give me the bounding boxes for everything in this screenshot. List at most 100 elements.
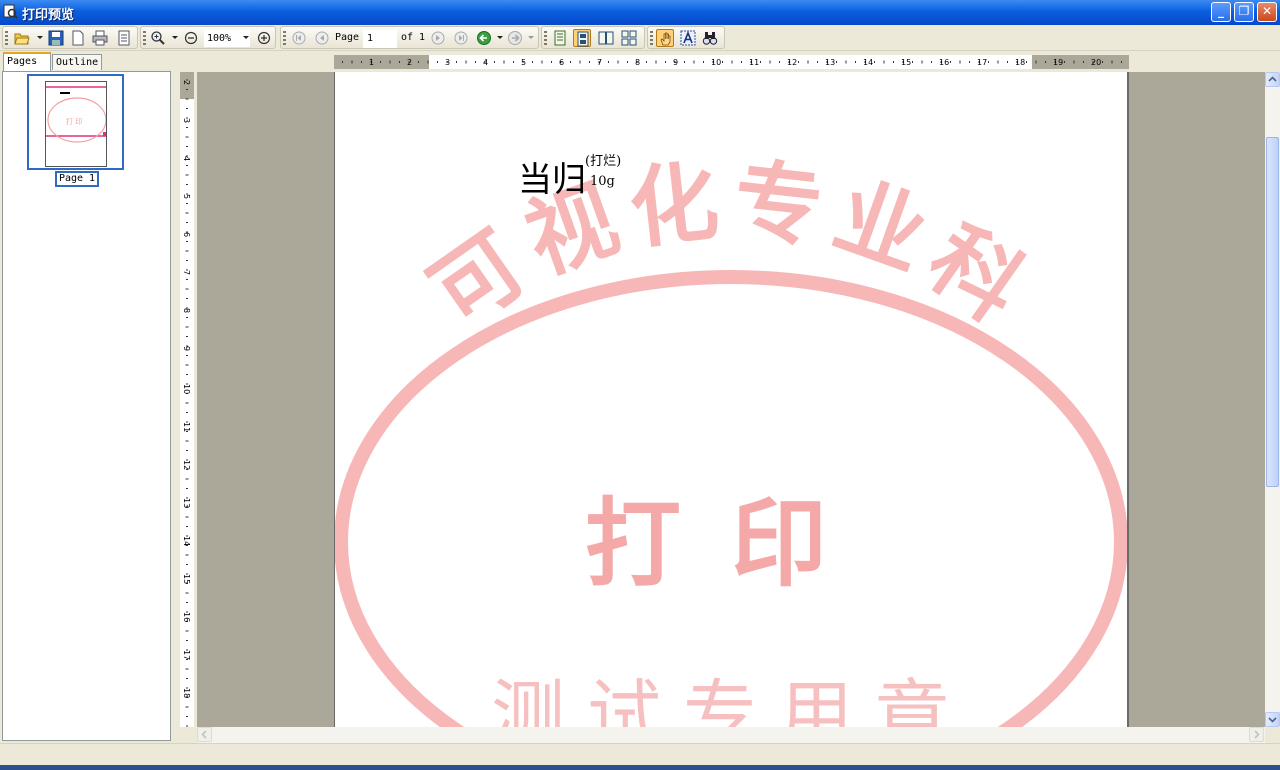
window-title: 打印预览 xyxy=(22,8,75,23)
page-number-input[interactable]: 1 xyxy=(363,30,397,48)
print-preview-app-icon xyxy=(3,4,18,19)
vertical-scroll-thumb[interactable] xyxy=(1266,137,1279,487)
horizontal-scrollbar[interactable] xyxy=(197,727,1265,743)
chevron-right-icon xyxy=(1254,730,1260,739)
toolbar-grip[interactable] xyxy=(143,31,146,45)
hand-tool-button[interactable] xyxy=(656,29,674,47)
page-thumbnail-label: Page 1 xyxy=(55,171,99,187)
tab-outline[interactable]: Outline xyxy=(52,54,102,70)
vertical-ruler-graphic: 2 3 4 5 6 7 8 9 10 11 12 13 14 15 16 17 18 19 xyxy=(180,72,194,727)
single-page-icon xyxy=(554,30,566,46)
open-dropdown-arrow[interactable] xyxy=(37,36,43,39)
ruler-label: 14 xyxy=(182,536,191,546)
next-page-icon xyxy=(431,31,445,45)
forward-dropdown-arrow[interactable] xyxy=(528,36,534,39)
ruler-label: 1 xyxy=(369,58,374,67)
zoom-toolbar-group: 100% xyxy=(140,26,276,49)
zoom-out-button[interactable] xyxy=(182,29,200,47)
fit-page-view-button[interactable] xyxy=(573,29,591,47)
page-setup-button[interactable] xyxy=(115,29,133,47)
ruler-label: 8 xyxy=(635,58,640,67)
text-select-button[interactable] xyxy=(679,29,697,47)
back-button[interactable] xyxy=(475,29,493,47)
navigation-toolbar-group: Page 1 of 1 xyxy=(280,26,539,49)
first-page-button[interactable] xyxy=(290,29,308,47)
prev-page-icon xyxy=(315,31,329,45)
zoom-plus-icon xyxy=(257,31,271,45)
close-button[interactable]: ✕ xyxy=(1257,2,1277,22)
zoom-level-dropdown-arrow[interactable] xyxy=(243,36,249,39)
pages-panel: 打 印 Page 1 xyxy=(2,71,171,741)
maximize-button[interactable]: ❐ xyxy=(1234,2,1254,22)
save-icon xyxy=(48,30,64,46)
two-pages-icon xyxy=(598,31,614,45)
tab-pages[interactable]: Pages xyxy=(3,52,51,71)
ruler-label: 3 xyxy=(182,118,191,123)
open-icon xyxy=(14,33,30,45)
back-dropdown-arrow[interactable] xyxy=(497,36,503,39)
file-toolbar-group xyxy=(2,26,138,49)
chevron-down-icon xyxy=(1268,717,1277,723)
zoom-in-button[interactable] xyxy=(255,29,273,47)
ruler-label: 6 xyxy=(559,58,564,67)
zoom-tool-dropdown-arrow[interactable] xyxy=(172,36,178,39)
hand-tool-icon xyxy=(660,32,671,46)
scroll-left-button[interactable] xyxy=(197,727,212,742)
toolbar: 100% Page 1 of 1 xyxy=(0,25,1280,51)
scroll-down-button[interactable] xyxy=(1265,712,1280,727)
scroll-up-button[interactable] xyxy=(1265,72,1280,87)
fit-page-icon xyxy=(577,31,589,47)
page-thumbnail-image: 打 印 xyxy=(45,81,107,167)
zoom-tool-button[interactable] xyxy=(149,29,167,47)
ruler-label: 18 xyxy=(1015,58,1025,67)
print-button[interactable] xyxy=(91,29,109,47)
preview-workspace[interactable]: 可视化专业科 打印 测试专用章 当归 (打烂) 10g xyxy=(197,72,1265,727)
stamp-bottom-text: 测试专用章 xyxy=(491,672,971,727)
ruler-label: 17 xyxy=(977,58,987,67)
page-count-label: of 1 xyxy=(401,32,426,43)
first-page-icon xyxy=(292,31,306,45)
toolbar-grip[interactable] xyxy=(5,31,8,45)
vertical-ruler: 2 3 4 5 6 7 8 9 10 11 12 13 14 15 16 17 18 19 xyxy=(180,72,194,727)
previous-page-button[interactable] xyxy=(313,29,331,47)
ruler-label: 15 xyxy=(901,58,911,67)
zoom-out-icon xyxy=(184,31,198,45)
save-button[interactable] xyxy=(47,29,65,47)
open-button[interactable] xyxy=(13,29,31,47)
ruler-label: 12 xyxy=(787,58,797,67)
horizontal-ruler: 12345678910111213141516171819202 xyxy=(334,55,1129,69)
minimize-button[interactable]: _ xyxy=(1211,2,1231,22)
ruler-label: 16 xyxy=(939,58,949,67)
page-thumbnail[interactable]: 打 印 xyxy=(27,74,124,170)
toolbar-grip[interactable] xyxy=(544,31,547,45)
vertical-scrollbar[interactable] xyxy=(1265,72,1280,727)
four-page-view-button[interactable] xyxy=(620,29,638,47)
ruler-label: 9 xyxy=(182,346,191,351)
next-page-button[interactable] xyxy=(429,29,447,47)
ruler-label: 2 xyxy=(182,80,191,85)
toolbar-grip[interactable] xyxy=(650,31,653,45)
ruler-label: 5 xyxy=(182,194,191,199)
ruler-label: 4 xyxy=(483,58,488,67)
ruler-label: 19 xyxy=(182,726,191,727)
two-page-view-button[interactable] xyxy=(597,29,615,47)
scroll-right-button[interactable] xyxy=(1249,727,1264,742)
forward-button[interactable] xyxy=(506,29,524,47)
last-page-button[interactable] xyxy=(452,29,470,47)
single-page-view-button[interactable] xyxy=(551,29,569,47)
new-page-icon xyxy=(72,30,84,46)
toolbar-grip[interactable] xyxy=(283,31,286,45)
chevron-left-icon xyxy=(201,730,207,739)
forward-icon xyxy=(508,31,522,45)
svg-text:可视化专业科: 可视化专业科 xyxy=(412,147,1050,347)
ruler-label: 9 xyxy=(673,58,678,67)
ruler-label: 5 xyxy=(521,58,526,67)
tools-toolbar-group xyxy=(647,26,725,49)
ruler-label: 10 xyxy=(182,384,191,394)
document-page[interactable]: 可视化专业科 打印 测试专用章 当归 (打烂) 10g xyxy=(335,72,1127,727)
ruler-label: 4 xyxy=(182,156,191,161)
stamp-seal: 可视化专业科 打印 测试专用章 xyxy=(335,147,1127,727)
new-page-button[interactable] xyxy=(69,29,87,47)
zoom-in-icon xyxy=(151,31,165,45)
find-button[interactable] xyxy=(701,29,719,47)
